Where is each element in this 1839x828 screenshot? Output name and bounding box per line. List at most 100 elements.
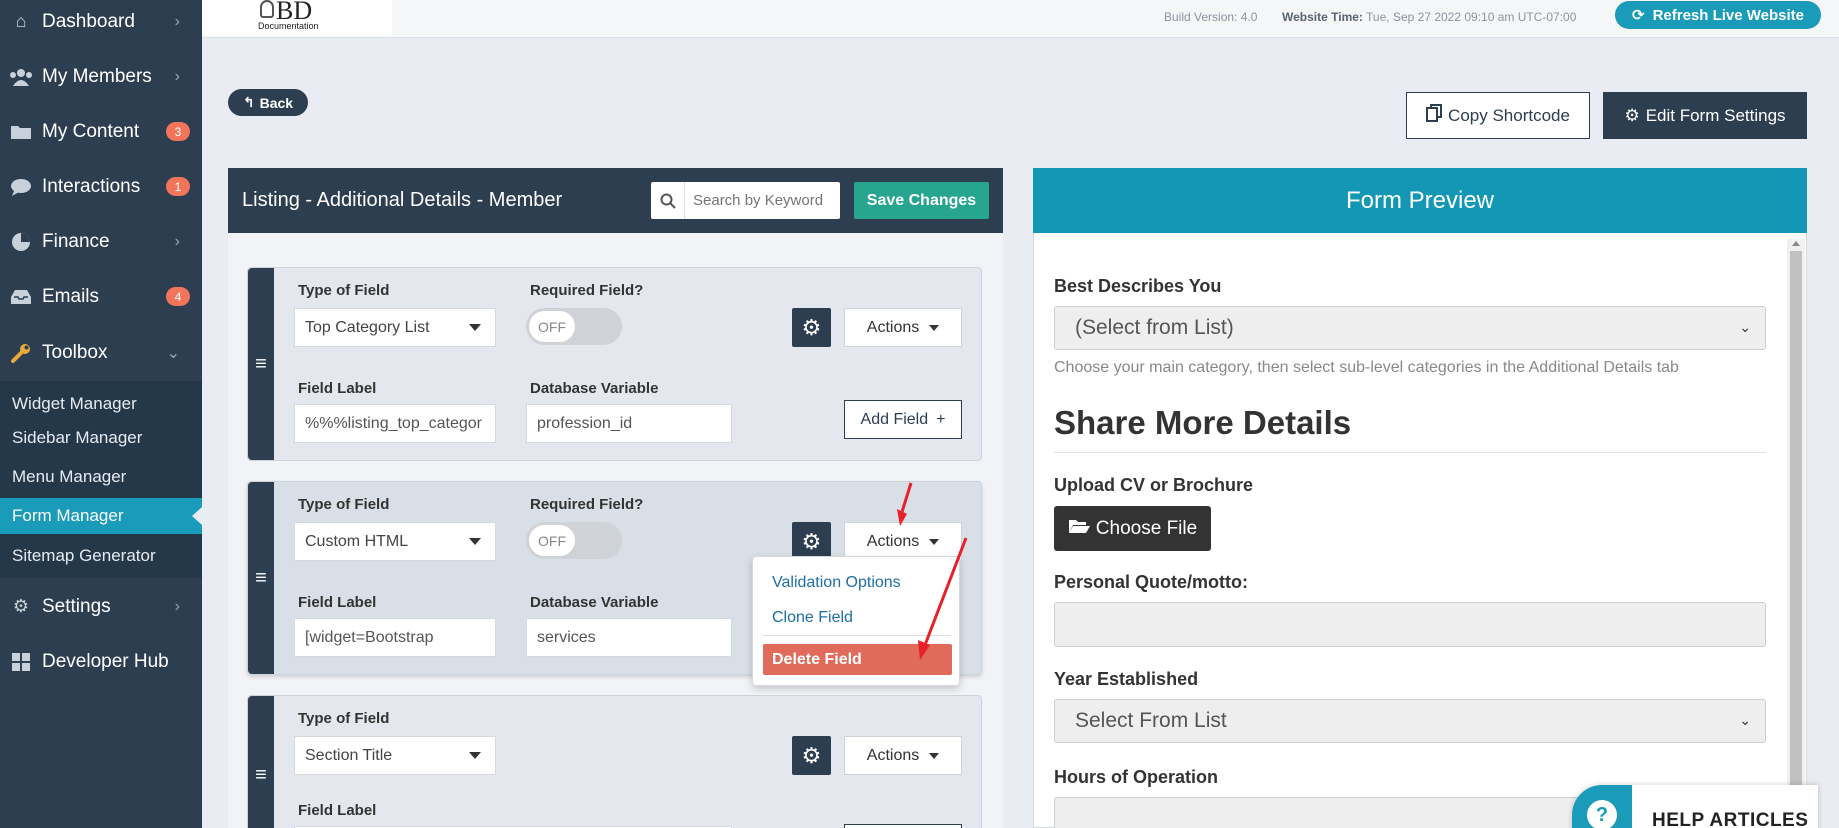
save-changes-button[interactable]: Save Changes [854, 182, 989, 219]
required-toggle[interactable]: OFF [526, 522, 622, 559]
count-badge: 4 [166, 287, 190, 306]
type-of-field-value: Custom HTML [305, 532, 409, 550]
sidebar-item-label: Emails [42, 285, 100, 307]
form-preview-title: Form Preview [1033, 168, 1807, 233]
sidebar-item-settings[interactable]: ⚙ Settings › [0, 579, 202, 634]
choose-file-button[interactable]: Choose File [1054, 506, 1211, 551]
type-of-field-select[interactable]: Top Category List [294, 308, 496, 347]
gear-icon: ⚙ [801, 528, 822, 554]
search-box[interactable] [651, 182, 840, 219]
sidebar-item-sitemap-generator[interactable]: Sitemap Generator [0, 538, 202, 574]
hours-label: Hours of Operation [1054, 767, 1219, 787]
year-established-select[interactable]: Select From List ⌄ [1054, 699, 1766, 743]
quote-input[interactable] [1054, 602, 1766, 647]
chevron-down-icon: ⌄ [166, 344, 180, 362]
add-field-label: Add Field [860, 410, 929, 428]
sidebar-item-widget-manager[interactable]: Widget Manager [0, 386, 202, 422]
field-settings-gear-button[interactable]: ⚙ [792, 736, 831, 775]
pie-chart-icon [8, 232, 34, 252]
copy-shortcode-button[interactable]: Copy Shortcode [1406, 92, 1590, 139]
upload-label: Upload CV or Brochure [1054, 475, 1254, 495]
sidebar-item-label: My Members [42, 65, 152, 87]
gear-icon: ⚙ [801, 742, 822, 768]
sidebar-item-toolbox[interactable]: Toolbox ⌄ [0, 325, 202, 380]
actions-button[interactable]: Actions [844, 736, 962, 775]
field-settings-gear-button[interactable]: ⚙ [792, 308, 831, 347]
field-label-input[interactable]: [widget=Bootstrap [294, 618, 496, 657]
sidebar-item-developer-hub[interactable]: Developer Hub [0, 634, 202, 689]
sidebar-item-my-content[interactable]: My Content 3 [0, 104, 202, 159]
back-label: Back [259, 94, 294, 111]
type-of-field-value: Top Category List [305, 318, 430, 336]
field-label-input[interactable]: %%%listing_top_categor [294, 404, 496, 443]
chevron-right-icon: › [174, 12, 180, 30]
actions-button[interactable]: Actions [844, 308, 962, 347]
chevron-right-icon: › [174, 67, 180, 85]
home-icon: ⌂ [15, 11, 27, 31]
add-field-button[interactable]: Add Field + [844, 400, 962, 439]
chevron-down-icon: ⌄ [1739, 319, 1751, 335]
edit-form-settings-button[interactable]: ⚙ Edit Form Settings [1603, 92, 1807, 139]
database-variable-input[interactable]: services [526, 618, 732, 657]
back-arrow-icon: ↰ [242, 94, 255, 110]
sidebar-item-form-manager[interactable]: Form Manager [0, 498, 202, 534]
toolbox-submenu: Widget Manager Sidebar Manager Menu Mana… [0, 381, 202, 578]
back-button[interactable]: ↰ Back [228, 89, 308, 116]
drag-handle-icon[interactable]: ≡ [248, 482, 274, 674]
field-card: ≡ Type of Field Section Title ⚙ Actions … [247, 695, 982, 828]
drag-handle-icon[interactable]: ≡ [248, 268, 274, 460]
chat-icon [8, 177, 34, 197]
quote-label: Personal Quote/motto: [1054, 572, 1249, 592]
sidebar-item-sidebar-manager[interactable]: Sidebar Manager [0, 420, 202, 456]
build-version: Build Version: 4.0 [1164, 10, 1258, 24]
sidebar-item-interactions[interactable]: Interactions 1 [0, 159, 202, 214]
sidebar-item-label: Interactions [42, 175, 141, 197]
website-time-value: Tue, Sep 27 2022 09:10 am UTC-07:00 [1366, 10, 1577, 24]
sidebar-item-finance[interactable]: Finance › [0, 214, 202, 269]
clone-field-item[interactable]: Clone Field [772, 609, 853, 627]
wrench-icon [8, 343, 34, 363]
chevron-right-icon: › [174, 232, 180, 250]
sidebar-item-my-members[interactable]: My Members › [0, 49, 202, 104]
refresh-live-website-button[interactable]: ⟳ Refresh Live Website [1615, 1, 1821, 29]
caret-down-icon [929, 324, 940, 331]
count-badge: 1 [166, 177, 190, 196]
chevron-right-icon: › [174, 597, 180, 615]
required-toggle[interactable]: OFF [526, 308, 622, 345]
database-variable-label: Database Variable [530, 594, 659, 611]
validation-options-item[interactable]: Validation Options [772, 574, 901, 592]
website-time: Website Time: Tue, Sep 27 2022 09:10 am … [1282, 10, 1576, 24]
sidebar-item-menu-manager[interactable]: Menu Manager [0, 459, 202, 495]
drag-handle-icon[interactable]: ≡ [248, 696, 274, 828]
delete-field-item[interactable]: Delete Field [763, 644, 952, 675]
database-variable-input[interactable]: profession_id [526, 404, 732, 443]
type-of-field-select[interactable]: Section Title [294, 736, 496, 775]
sidebar-item-dashboard[interactable]: ⌂ Dashboard › [0, 0, 202, 49]
type-of-field-select[interactable]: Custom HTML [294, 522, 496, 561]
copy-shortcode-label: Copy Shortcode [1448, 105, 1570, 125]
toggle-state: OFF [529, 311, 575, 342]
logo[interactable]: BD Documentation [202, 0, 392, 36]
users-icon [8, 67, 34, 87]
actions-dropdown-menu: Validation Options Clone Field Delete Fi… [752, 556, 960, 686]
caret-down-icon [469, 752, 481, 759]
help-articles-button[interactable]: ? HELP ARTICLES [1572, 785, 1818, 828]
count-badge: 3 [166, 122, 190, 141]
actions-label: Actions [866, 746, 920, 764]
year-established-value: Select From List [1075, 709, 1227, 732]
scrollbar-thumb[interactable] [1790, 251, 1802, 827]
field-label-label: Field Label [298, 380, 377, 397]
preview-scrollbar[interactable] [1787, 239, 1805, 828]
best-describes-select[interactable]: (Select from List) ⌄ [1054, 306, 1766, 350]
best-describes-label: Best Describes You [1054, 276, 1222, 296]
section-title: Share More Details [1054, 404, 1352, 441]
search-input[interactable] [685, 192, 835, 209]
actions-label: Actions [866, 532, 920, 550]
actions-label: Actions [866, 318, 920, 336]
choose-file-label: Choose File [1095, 517, 1198, 539]
year-established-label: Year Established [1054, 669, 1199, 689]
field-card: ≡ Type of Field Top Category List Requir… [247, 267, 982, 461]
sidebar-item-emails[interactable]: Emails 4 [0, 269, 202, 324]
add-field-button[interactable] [844, 824, 962, 828]
folder-open-icon [1068, 518, 1090, 540]
